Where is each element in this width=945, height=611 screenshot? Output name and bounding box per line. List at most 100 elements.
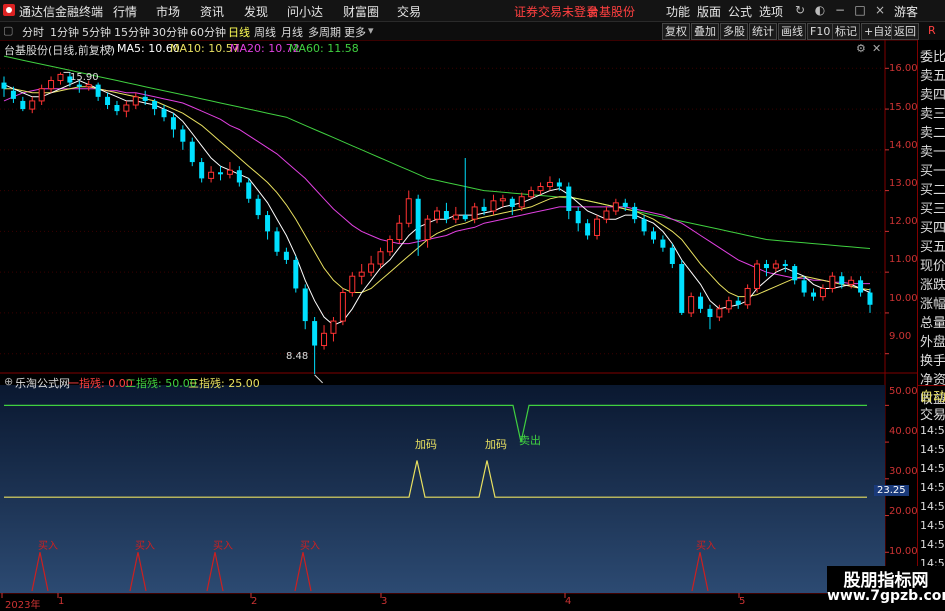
candle-body-down (867, 292, 873, 305)
x-month: 5 (739, 596, 746, 607)
period-bar: ▢ 分时 1分钟 5分钟 15分钟 30分钟 60分钟 日线 周线 月线 多周期… (0, 22, 945, 41)
period-monthly[interactable]: 月线 (281, 24, 303, 40)
side-auto[interactable]: 自动 (920, 386, 945, 405)
maximize-icon[interactable]: □ (852, 2, 868, 18)
candle-body-down (255, 198, 261, 216)
r-marker: R (928, 24, 936, 37)
title-bar: 通达信金融终端 行情 市场 资讯 发现 问小达 财富圈 交易 证券交易未登录 台… (0, 0, 945, 22)
x-month: 4 (565, 596, 572, 607)
period-15min[interactable]: 15分钟 (114, 24, 150, 40)
side-change-pct: 涨幅 (920, 297, 945, 312)
candle-body-down (76, 84, 82, 87)
menu-xuanxiang[interactable]: 选项 (759, 3, 783, 20)
skin-icon[interactable]: ◐ (812, 2, 828, 18)
candle-body-up (594, 218, 601, 236)
indicator-name[interactable]: 乐淘公式网 (15, 375, 70, 391)
ma-toggle-icon[interactable]: ⊕ (104, 42, 113, 55)
candle-body-down (858, 280, 864, 293)
candle-body-up (528, 190, 535, 198)
period-multi[interactable]: 多周期 (308, 24, 341, 40)
candle-body-down (95, 84, 101, 97)
side-buy3: 买三 (920, 202, 945, 217)
candle-body-down (566, 186, 572, 211)
btn-biaoji[interactable]: 标记 (832, 23, 860, 40)
btn-diejia[interactable]: 叠加 (691, 23, 719, 40)
refresh-icon[interactable]: ↻ (792, 2, 808, 18)
btn-tongji[interactable]: 统计 (749, 23, 777, 40)
x-month: 3 (381, 596, 388, 607)
candle-body-up (38, 88, 45, 102)
more-chevron-icon[interactable]: ▾ (368, 24, 374, 37)
candle-body-up (537, 186, 544, 192)
period-fenshi[interactable]: 分时 (22, 24, 44, 40)
watermark-url: www.7gpzb.com (827, 588, 945, 604)
candle-body-down (218, 172, 223, 175)
login-notice[interactable]: 证券交易未登录 (514, 3, 598, 20)
menu-shichang[interactable]: 市场 (156, 3, 180, 20)
candle-body-up (725, 300, 732, 310)
signal-buy-2: 买入 (135, 541, 155, 552)
candle-body-up (744, 287, 751, 306)
menu-faxian[interactable]: 发现 (244, 3, 268, 20)
menu-zixun[interactable]: 资讯 (200, 3, 224, 20)
menu-banmian[interactable]: 版面 (697, 3, 721, 20)
kline-chart-area[interactable] (0, 40, 917, 609)
close-icon[interactable]: × (872, 2, 888, 18)
menu-jiaoyi[interactable]: 交易 (397, 3, 421, 20)
side-outer: 外盘 (920, 335, 945, 350)
side-buy4: 买四 (920, 221, 945, 236)
app-title: 通达信金融终端 (19, 5, 104, 19)
btn-fanhui[interactable]: 返回 (891, 23, 919, 40)
indicator-toggle-icon[interactable]: ⊕ (4, 375, 13, 388)
side-buy2: 买二 (920, 183, 945, 198)
candle-body-up (123, 104, 130, 112)
menu-hangqing[interactable]: 行情 (113, 3, 137, 20)
period-60min[interactable]: 60分钟 (190, 24, 226, 40)
candle-body-down (575, 211, 581, 224)
candle-body-down (801, 280, 807, 293)
minimize-icon[interactable]: − (832, 2, 848, 18)
side-trade[interactable]: 交易 (920, 404, 945, 423)
y-tick: 11.00 (889, 254, 918, 265)
btn-fuquan[interactable]: 复权 (662, 23, 690, 40)
candle-body-up (208, 171, 215, 179)
candle-body-up (546, 181, 553, 188)
candle-body-down (1, 82, 7, 89)
candle-body-up (452, 214, 459, 220)
btn-huaxian[interactable]: 画线 (778, 23, 806, 40)
user-guest[interactable]: 游客 (894, 3, 918, 20)
chart-settings-icon[interactable]: ⚙ (856, 42, 866, 55)
menu-gongshi[interactable]: 公式 (728, 3, 752, 20)
btn-f10[interactable]: F10 (807, 23, 834, 40)
ind-y-tick: 20.00 (889, 506, 918, 517)
period-daily[interactable]: 日线 (228, 24, 250, 40)
ma60-value: MA60: 11.58 (289, 42, 359, 55)
period-5min[interactable]: 5分钟 (82, 24, 111, 40)
chart-close-icon[interactable]: ✕ (872, 42, 881, 55)
candle-body-up (368, 263, 375, 273)
candle-body-down (839, 276, 845, 285)
candle-body-up (434, 210, 440, 220)
menu-caifuquan[interactable]: 财富圈 (343, 3, 379, 20)
panel-toggle-icon[interactable]: ▢ (3, 24, 13, 37)
candle-body-up (499, 198, 506, 202)
low-price-label: 8.48 (286, 351, 309, 362)
candle-body-down (246, 182, 252, 199)
candle-body-down (632, 206, 638, 220)
candle-body-down (622, 202, 628, 207)
candle-body-down (152, 100, 158, 110)
candle-body-down (481, 206, 487, 211)
candle-body-up (29, 100, 36, 110)
ma10-line (4, 86, 871, 298)
candle-body-down (105, 96, 111, 105)
side-sell1: 卖一 (920, 145, 945, 160)
period-more[interactable]: 更多 (344, 24, 366, 40)
period-30min[interactable]: 30分钟 (152, 24, 188, 40)
menu-gongneng[interactable]: 功能 (666, 3, 690, 20)
menu-wenxiaoda[interactable]: 问小达 (287, 3, 323, 20)
candle-body-down (20, 100, 26, 110)
period-weekly[interactable]: 周线 (254, 24, 276, 40)
period-1min[interactable]: 1分钟 (50, 24, 79, 40)
side-weibi[interactable]: 委比 (920, 46, 945, 65)
btn-duogu[interactable]: 多股 (720, 23, 748, 40)
